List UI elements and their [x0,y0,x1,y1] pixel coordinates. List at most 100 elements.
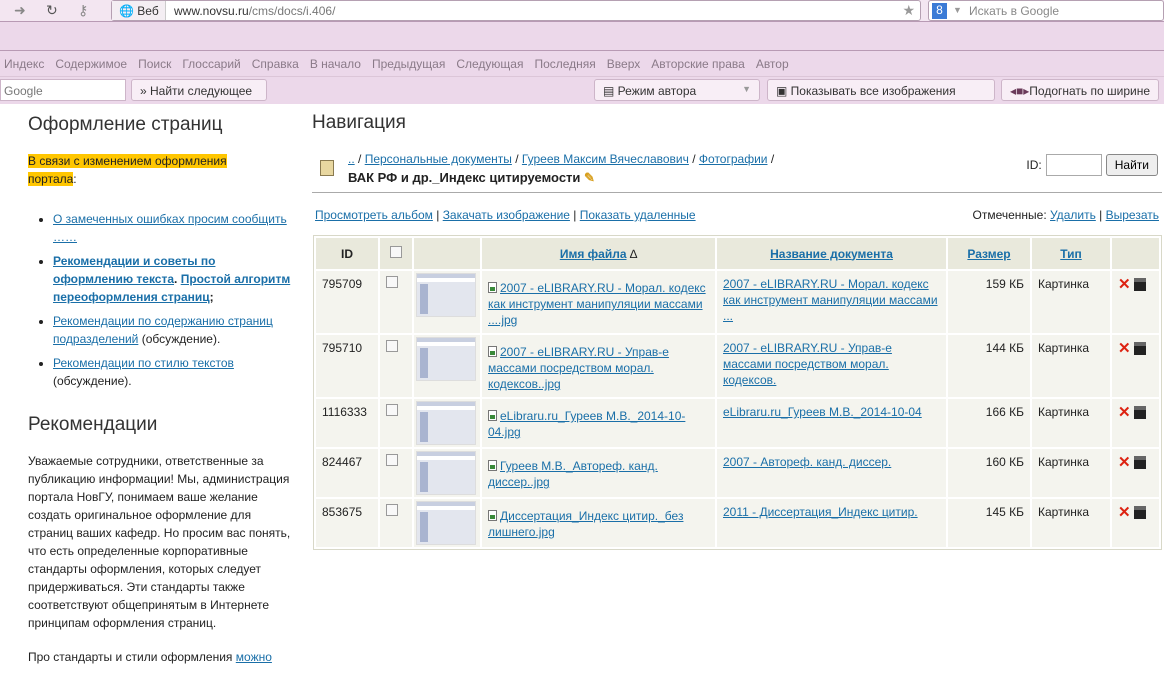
author-mode-dropdown[interactable]: ▤ Режим автора ▼ [594,79,760,101]
filename-link[interactable]: eLibraru.ru_Гуреев М.В._2014-10-04.jpg [488,409,685,439]
menu-item[interactable]: Последняя [534,57,595,76]
reload-icon[interactable]: ↻ [46,2,58,19]
delete-icon[interactable]: ✕ [1118,454,1131,471]
delete-icon[interactable]: ✕ [1118,276,1131,293]
file-id: 824467 [316,449,378,497]
row-checkbox[interactable] [386,276,398,288]
delete-icon[interactable]: ✕ [1118,504,1131,521]
id-search: ID: Найти [1026,154,1158,176]
show-images-button[interactable]: ▣ Показывать все изображения [767,79,995,101]
menu-item[interactable]: Индекс [4,57,44,76]
address-row: ➜ ↻ ⚷ 🌐 Веб www.novsu.ru/cms/docs/i.406/… [0,0,1164,22]
actions-cell: ✕ [1112,499,1159,547]
header-id: ID [316,238,378,269]
web-tag-label: Веб [137,4,159,18]
save-icon[interactable] [1133,342,1146,355]
menu-item[interactable]: Автор [756,57,789,76]
notice-tail: : [73,172,77,186]
standards-link[interactable]: можно [236,650,272,664]
google-icon: 8 [932,3,947,19]
image-file-icon [488,510,497,521]
delete-icon[interactable]: ✕ [1118,340,1131,357]
menu-item[interactable]: Справка [252,57,299,76]
discussion-text: (обсуждение). [53,374,132,388]
errors-link[interactable]: О замеченных ошибках просим сообщить …… [53,212,287,244]
forward-icon[interactable]: ➜ [14,2,26,19]
bookmark-star-icon[interactable]: ★ [902,2,915,19]
filename-link[interactable]: 2007 - eLIBRARY.RU - Управ-е массами пос… [488,345,669,391]
sort-type-link[interactable]: Тип [1060,247,1082,261]
breadcrumb-personal-docs[interactable]: Персональные документы [365,152,512,166]
folder-icon [320,160,334,176]
filename-link[interactable]: Диссертация_Индекс цитир._без лишнего.jp… [488,509,683,539]
table-row: 795710 2007 - eLIBRARY.RU - Управ-е масс… [316,335,1159,397]
row-checkbox[interactable] [386,404,398,416]
view-album-link[interactable]: Просмотреть альбом [315,208,433,222]
file-id: 853675 [316,499,378,547]
breadcrumb-user[interactable]: Гуреев Максим Вячеславович [522,152,689,166]
address-bar[interactable]: 🌐 Веб www.novsu.ru/cms/docs/i.406/ ★ [111,0,921,21]
find-button[interactable]: Найти [1105,154,1158,176]
search-placeholder: Искать в Google [969,4,1060,18]
cut-marked-link[interactable]: Вырезать [1106,208,1159,222]
web-tag: 🌐 Веб [112,1,166,20]
menu-item[interactable]: Авторские права [651,57,745,76]
style-link[interactable]: Рекомендации по стилю текстов [53,356,234,370]
sort-filename-link[interactable]: Имя файла [560,247,627,261]
thumbnail[interactable] [416,451,476,495]
menu-item[interactable]: Следующая [456,57,523,76]
docname-cell: 2011 - Диссертация_Индекс цитир. [717,499,946,547]
save-icon[interactable] [1133,456,1146,469]
docname-link[interactable]: 2011 - Диссертация_Индекс цитир. [723,505,918,519]
menu-item[interactable]: В начало [310,57,361,76]
fit-width-button[interactable]: ◂■▸Подогнать по ширине [1001,79,1159,101]
delete-icon[interactable]: ✕ [1118,404,1131,421]
docname-link[interactable]: 2007 - eLIBRARY.RU - Управ-е массами пос… [723,341,892,387]
filename-link[interactable]: Гуреев М.В._Автореф. канд. диссер..jpg [488,459,658,489]
sort-size-link[interactable]: Размер [967,247,1010,261]
docname-link[interactable]: 2007 - Автореф. канд. диссер. [723,455,891,469]
thumbnail[interactable] [416,401,476,445]
file-id: 1116333 [316,399,378,447]
standards-text: Про стандарты и стили оформления можно [28,648,293,666]
thumbnail[interactable] [416,337,476,381]
save-icon[interactable] [1133,506,1146,519]
save-icon[interactable] [1133,278,1146,291]
show-deleted-link[interactable]: Показать удаленные [580,208,696,222]
select-cell [380,335,412,397]
breadcrumb-up[interactable]: .. [348,152,355,166]
row-checkbox[interactable] [386,504,398,516]
google-search-box[interactable]: 8 ▼ Искать в Google [928,0,1164,21]
chevron-down-icon: ▼ [742,84,751,94]
select-all-checkbox[interactable] [390,246,402,258]
page-title: Навигация [312,112,406,133]
menu-item[interactable]: Вверх [607,57,640,76]
image-file-icon [488,282,497,293]
key-icon[interactable]: ⚷ [78,2,88,19]
menu-item[interactable]: Содержимое [55,57,127,76]
thumbnail[interactable] [416,273,476,317]
file-type: Картинка [1032,499,1110,547]
upload-image-link[interactable]: Закачать изображение [443,208,570,222]
filename-link[interactable]: 2007 - eLIBRARY.RU - Морал. кодекс как и… [488,281,706,327]
breadcrumb-photos[interactable]: Фотографии [699,152,768,166]
find-next-button[interactable]: » Найти следующее [131,79,267,101]
sort-docname-link[interactable]: Название документа [770,247,893,261]
menu-item[interactable]: Глоссарий [182,57,240,76]
docname-link[interactable]: eLibraru.ru_Гуреев М.В._2014-10-04 [723,405,922,419]
thumbnail[interactable] [416,501,476,545]
delete-marked-link[interactable]: Удалить [1050,208,1096,222]
row-checkbox[interactable] [386,340,398,352]
list-item: Рекомендации по содержанию страниц подра… [53,312,293,348]
save-icon[interactable] [1133,406,1146,419]
find-next-label: Найти следующее [150,84,253,98]
menu-item[interactable]: Предыдущая [372,57,445,76]
breadcrumb: .. / Персональные документы / Гуреев Мак… [348,152,775,166]
docname-link[interactable]: 2007 - eLIBRARY.RU - Морал. кодекс как и… [723,277,938,323]
chevron-down-icon[interactable]: ▼ [953,5,962,15]
row-checkbox[interactable] [386,454,398,466]
find-input[interactable]: Google [0,79,126,101]
id-input[interactable] [1045,154,1102,176]
pencil-icon[interactable]: ✎ [584,170,595,185]
menu-item[interactable]: Поиск [138,57,171,76]
